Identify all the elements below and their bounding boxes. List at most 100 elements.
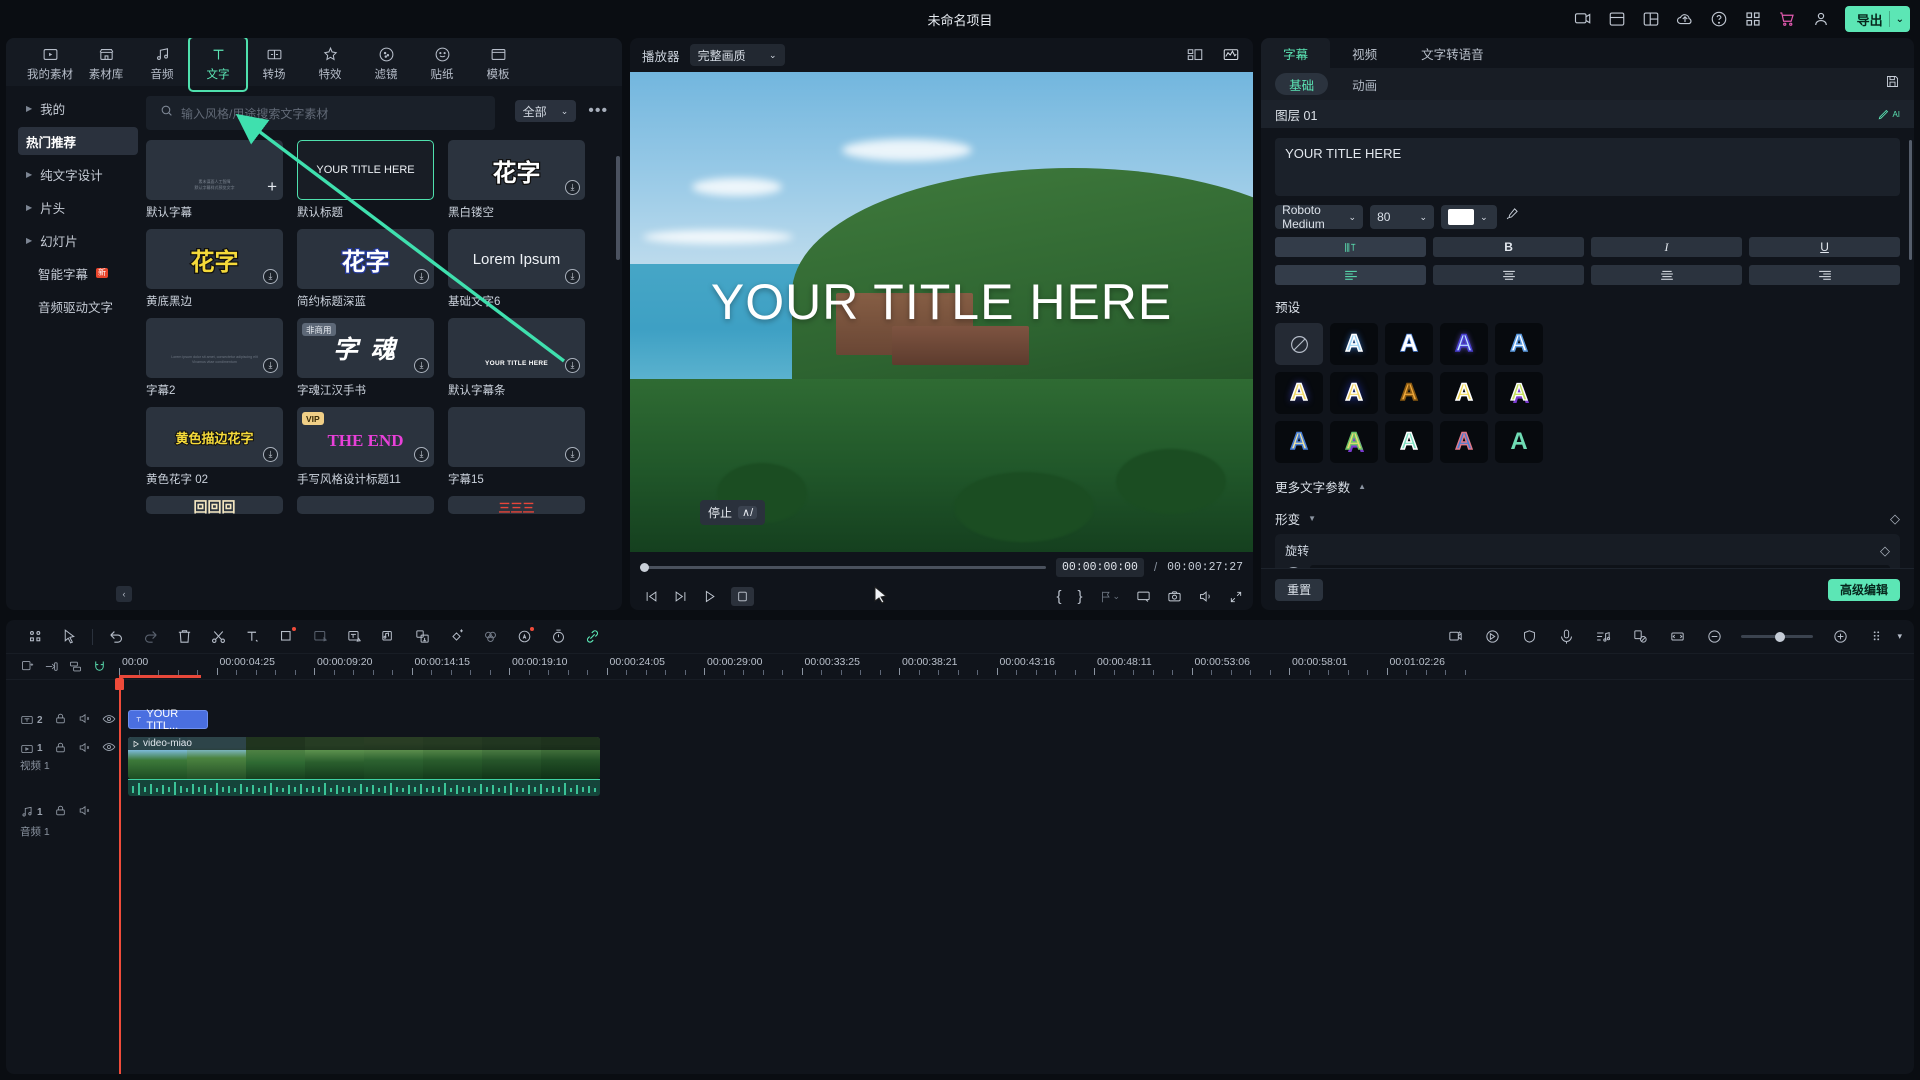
underline-button[interactable]: U: [1749, 237, 1901, 257]
subtab-basic[interactable]: 基础: [1275, 73, 1329, 95]
download-icon[interactable]: ⤓: [414, 358, 429, 373]
preset-none[interactable]: [1275, 323, 1324, 365]
add-icon[interactable]: +: [267, 178, 277, 195]
select-cursor-icon[interactable]: [52, 620, 86, 654]
playhead-handle[interactable]: [115, 678, 124, 690]
font-color-dropdown[interactable]: ⌄: [1441, 205, 1498, 229]
tab-stock-library[interactable]: 素材库: [78, 42, 134, 86]
grid-view-icon[interactable]: [1185, 45, 1205, 65]
asset-thumbnail[interactable]: 黄色描边花字 ⤓: [146, 407, 283, 467]
eyedropper-icon[interactable]: [1504, 207, 1519, 227]
keyframe-diamond-icon[interactable]: ◇: [1890, 511, 1900, 527]
lock-icon[interactable]: [54, 712, 67, 728]
magnet-icon[interactable]: [92, 659, 107, 674]
tab-text-to-speech[interactable]: 文字转语音: [1399, 38, 1506, 68]
download-icon[interactable]: ⤓: [414, 447, 429, 462]
picture-in-picture-icon[interactable]: [303, 620, 337, 654]
tab-effects[interactable]: 特效: [302, 42, 358, 86]
asset-card[interactable]: [297, 496, 434, 514]
preset-swatch[interactable]: A: [1385, 323, 1434, 365]
link-icon[interactable]: [575, 620, 609, 654]
category-smart-caption[interactable]: 智能字幕新: [18, 259, 138, 287]
asset-card[interactable]: VIP THE END ⤓ 手写风格设计标题11: [297, 407, 434, 487]
shield-icon[interactable]: [1512, 620, 1546, 654]
asset-card[interactable]: 回回回: [146, 496, 283, 514]
asset-thumbnail[interactable]: ⤓: [448, 407, 585, 467]
tab-my-media[interactable]: 我的素材: [22, 42, 78, 86]
tab-sticker[interactable]: 贴纸: [414, 42, 470, 86]
fullscreen-monitor-icon[interactable]: [1136, 589, 1151, 604]
speed-ramp-icon[interactable]: [1475, 620, 1509, 654]
text-spacing-icon[interactable]: [1275, 237, 1427, 257]
download-icon[interactable]: ⤓: [263, 269, 278, 284]
text-tool-icon[interactable]: [235, 620, 269, 654]
seek-bar[interactable]: [640, 563, 1047, 572]
mic-icon[interactable]: [1549, 620, 1583, 654]
save-preset-icon[interactable]: [1885, 74, 1900, 94]
preset-swatch[interactable]: A: [1495, 323, 1544, 365]
zoom-slider[interactable]: [1741, 631, 1814, 642]
preview-stage[interactable]: YOUR TITLE HERE: [630, 72, 1254, 552]
zoom-out-button[interactable]: [1697, 620, 1731, 654]
category-my[interactable]: ▶ 我的: [18, 94, 138, 122]
current-timecode[interactable]: 00:00:00:00: [1056, 558, 1144, 577]
export-button[interactable]: 导出 ⌄: [1844, 6, 1910, 32]
tab-subtitle[interactable]: 字幕: [1261, 38, 1331, 68]
preset-swatch[interactable]: A: [1495, 372, 1544, 414]
reset-button[interactable]: 重置: [1275, 578, 1324, 601]
export-media-icon[interactable]: [1573, 9, 1593, 29]
lock-icon[interactable]: [54, 741, 67, 757]
preset-swatch[interactable]: A: [1275, 421, 1324, 463]
sticker-text-icon[interactable]: [405, 620, 439, 654]
tab-video[interactable]: 视频: [1330, 38, 1399, 68]
text-clip[interactable]: YOUR TITL...: [128, 708, 208, 732]
eye-icon[interactable]: [102, 712, 116, 729]
font-family-dropdown[interactable]: Roboto Medium ⌄: [1275, 203, 1364, 231]
asset-thumbnail[interactable]: 非商用 字 魂 ⤓: [297, 318, 434, 378]
asset-card[interactable]: Lorem ipsum dolor sit amet, consectetur …: [146, 318, 283, 398]
chevron-down-icon[interactable]: ▾: [1897, 631, 1902, 642]
mixer-icon[interactable]: [68, 659, 83, 674]
category-pure-text[interactable]: ▶ 纯文字设计: [18, 160, 138, 188]
mute-icon[interactable]: [78, 741, 91, 757]
lock-icon[interactable]: [54, 804, 67, 820]
asset-thumbnail[interactable]: Lorem ipsum dolor sit amet, consectetur …: [146, 318, 283, 378]
text-input[interactable]: YOUR TITLE HERE: [1275, 138, 1900, 196]
account-icon[interactable]: [1811, 9, 1831, 29]
seek-handle[interactable]: [640, 563, 650, 572]
color-swatch[interactable]: [1448, 209, 1475, 225]
preset-swatch[interactable]: A: [1275, 372, 1324, 414]
asset-thumbnail[interactable]: YOUR TITLE HERE: [297, 140, 434, 200]
category-opener[interactable]: ▶ 片头: [18, 193, 138, 221]
auto-caption-icon[interactable]: [337, 620, 371, 654]
category-popular[interactable]: 热门推荐: [18, 127, 138, 155]
preset-swatch[interactable]: A: [1330, 372, 1379, 414]
asset-thumbnail[interactable]: 花字 ⤓: [448, 140, 585, 200]
asset-card[interactable]: 三三三: [448, 496, 585, 514]
asset-thumbnail[interactable]: 三三三: [448, 496, 585, 514]
preset-swatch[interactable]: A: [1385, 421, 1434, 463]
preset-swatch[interactable]: A: [1440, 323, 1489, 365]
rotation-value[interactable]: 0.00°: [1310, 565, 1890, 568]
audio-mix-icon[interactable]: [1586, 620, 1620, 654]
asset-thumbnail[interactable]: [297, 496, 434, 514]
subtab-animation[interactable]: 动画: [1338, 73, 1391, 95]
zoom-in-button[interactable]: [1823, 620, 1857, 654]
delete-icon[interactable]: [167, 620, 201, 654]
quality-dropdown[interactable]: 完整画质 ⌄: [689, 44, 785, 66]
zoom-slider-handle[interactable]: [1774, 631, 1785, 642]
asset-card[interactable]: YOUR TITLE HERE ⤓ 默认字幕条: [448, 318, 585, 398]
stop-button[interactable]: [731, 587, 755, 606]
tab-audio[interactable]: 音频: [134, 42, 190, 86]
more-text-params-toggle[interactable]: 更多文字参数 ▲: [1275, 477, 1900, 496]
upload-cloud-icon[interactable]: [1675, 9, 1695, 29]
mark-in-brace[interactable]: {: [1057, 588, 1062, 605]
align-middle-icon[interactable]: [1591, 265, 1743, 285]
help-icon[interactable]: [1709, 9, 1729, 29]
align-right-icon[interactable]: [1749, 265, 1901, 285]
fit-screen-icon[interactable]: [1660, 620, 1694, 654]
export-caret[interactable]: ⌄: [1896, 14, 1904, 25]
mute-icon[interactable]: [78, 804, 91, 820]
preset-swatch[interactable]: A: [1385, 372, 1434, 414]
search-input[interactable]: 输入风格/用途搜索文字素材: [181, 105, 481, 122]
